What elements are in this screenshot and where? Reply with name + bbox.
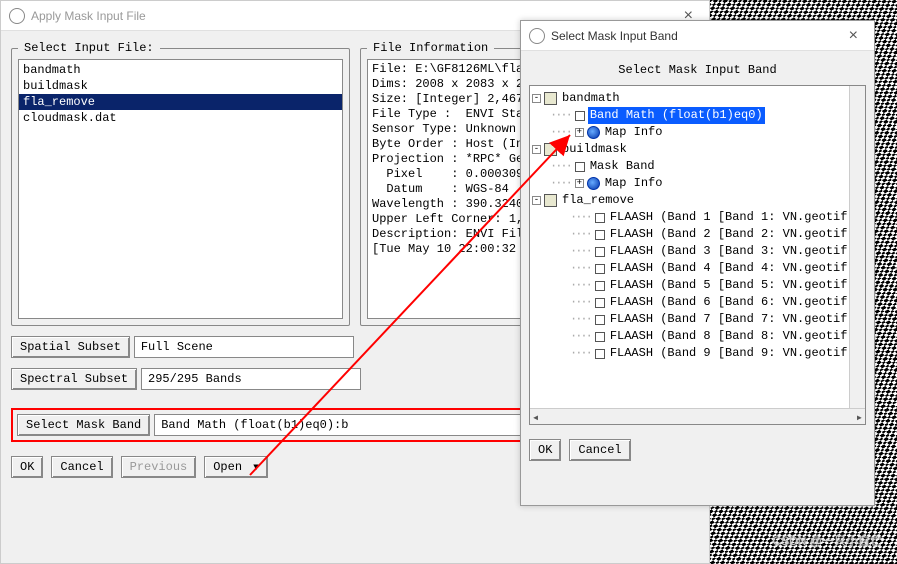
file-item[interactable]: fla_remove bbox=[19, 94, 342, 110]
globe-icon bbox=[587, 126, 600, 139]
file-item[interactable]: buildmask bbox=[19, 78, 342, 94]
scroll-left-icon[interactable]: ◂ bbox=[532, 410, 539, 425]
tree-node[interactable]: ····FLAASH (Band 3 [Band 3: VN.geotif bbox=[532, 243, 863, 260]
tree-node[interactable]: ····+Map Info bbox=[532, 175, 863, 192]
app-icon bbox=[9, 8, 25, 24]
checkbox-icon[interactable] bbox=[595, 264, 605, 274]
tree-node-label: Mask Band bbox=[588, 158, 657, 175]
tree-node-label: Map Info bbox=[603, 124, 665, 141]
checkbox-icon[interactable] bbox=[595, 315, 605, 325]
cancel-button[interactable]: Cancel bbox=[569, 439, 630, 461]
tree-node-label: FLAASH (Band 2 [Band 2: VN.geotif bbox=[608, 226, 850, 243]
cancel-button[interactable]: Cancel bbox=[51, 456, 112, 478]
expander-icon[interactable]: + bbox=[575, 179, 584, 188]
tree-node-label: FLAASH (Band 7 [Band 7: VN.geotif bbox=[608, 311, 850, 328]
select-mask-band-dialog: Select Mask Input Band × Select Mask Inp… bbox=[520, 20, 875, 506]
input-panel-legend: Select Input File: bbox=[18, 41, 160, 55]
spectral-subset-button[interactable]: Spectral Subset bbox=[11, 368, 137, 390]
tree-node[interactable]: ····FLAASH (Band 7 [Band 7: VN.geotif bbox=[532, 311, 863, 328]
tree-node-label: bandmath bbox=[560, 90, 622, 107]
watermark: CSDN @一只小白亡 bbox=[772, 532, 882, 549]
ok-button[interactable]: OK bbox=[11, 456, 43, 478]
tree-node[interactable]: - bandmath bbox=[532, 90, 863, 107]
file-item[interactable]: bandmath bbox=[19, 62, 342, 78]
spatial-subset-value: Full Scene bbox=[134, 336, 354, 358]
tree-node-label: FLAASH (Band 6 [Band 6: VN.geotif bbox=[608, 294, 850, 311]
expander-icon[interactable]: + bbox=[575, 128, 584, 137]
open-label: Open bbox=[213, 460, 242, 474]
globe-icon bbox=[587, 177, 600, 190]
checkbox-icon[interactable] bbox=[595, 332, 605, 342]
dropdown-arrow-icon: ▼ bbox=[253, 463, 259, 474]
tree-node-label: FLAASH (Band 3 [Band 3: VN.geotif bbox=[608, 243, 850, 260]
file-icon bbox=[544, 194, 557, 207]
checkbox-icon[interactable] bbox=[595, 213, 605, 223]
file-info-legend: File Information bbox=[367, 41, 494, 55]
expander-icon[interactable]: - bbox=[532, 145, 541, 154]
tree-node-label: fla_remove bbox=[560, 192, 636, 209]
tree-node[interactable]: ····Band Math (float(b1)eq0) bbox=[532, 107, 863, 124]
select-mask-band-button[interactable]: Select Mask Band bbox=[17, 414, 150, 436]
tree-node[interactable]: - fla_remove bbox=[532, 192, 863, 209]
tree-node[interactable]: ····FLAASH (Band 5 [Band 5: VN.geotif bbox=[532, 277, 863, 294]
tree-node[interactable]: - buildmask bbox=[532, 141, 863, 158]
tree-node-label: FLAASH (Band 4 [Band 4: VN.geotif bbox=[608, 260, 850, 277]
checkbox-icon[interactable] bbox=[595, 230, 605, 240]
tree-node-label: Band Math (float(b1)eq0) bbox=[588, 107, 765, 124]
input-file-list[interactable]: bandmathbuildmaskfla_removecloudmask.dat bbox=[18, 59, 343, 319]
tree-node-label: FLAASH (Band 8 [Band 8: VN.geotif bbox=[608, 328, 850, 345]
checkbox-icon[interactable] bbox=[595, 247, 605, 257]
tree-node[interactable]: ····FLAASH (Band 4 [Band 4: VN.geotif bbox=[532, 260, 863, 277]
previous-button: Previous bbox=[121, 456, 197, 478]
file-icon bbox=[544, 143, 557, 156]
main-title: Apply Mask Input File bbox=[31, 9, 146, 23]
spectral-subset-value: 295/295 Bands bbox=[141, 368, 361, 390]
tree-node[interactable]: ····FLAASH (Band 2 [Band 2: VN.geotif bbox=[532, 226, 863, 243]
checkbox-icon[interactable] bbox=[595, 349, 605, 359]
tree-node[interactable]: ····Mask Band bbox=[532, 158, 863, 175]
input-file-panel: Select Input File: bandmathbuildmaskfla_… bbox=[11, 41, 350, 326]
tree-node-label: Map Info bbox=[603, 175, 665, 192]
file-item[interactable]: cloudmask.dat bbox=[19, 110, 342, 126]
mask-band-highlight: Select Mask Band Band Math (float(b1)eq0… bbox=[11, 408, 557, 442]
checkbox-icon[interactable] bbox=[575, 111, 585, 121]
tree-node[interactable]: ····FLAASH (Band 6 [Band 6: VN.geotif bbox=[532, 294, 863, 311]
tree-node[interactable]: ····FLAASH (Band 9 [Band 9: VN.geotif bbox=[532, 345, 863, 362]
checkbox-icon[interactable] bbox=[575, 162, 585, 172]
vertical-scrollbar[interactable] bbox=[849, 86, 865, 408]
horizontal-scrollbar[interactable]: ◂ ▸ bbox=[530, 408, 865, 424]
tree-node-label: FLAASH (Band 1 [Band 1: VN.geotif bbox=[608, 209, 850, 226]
tree-node-label: buildmask bbox=[560, 141, 629, 158]
scroll-right-icon[interactable]: ▸ bbox=[856, 410, 863, 425]
expander-icon[interactable]: - bbox=[532, 94, 541, 103]
tree-node[interactable]: ····+Map Info bbox=[532, 124, 863, 141]
tree-node-label: FLAASH (Band 5 [Band 5: VN.geotif bbox=[608, 277, 850, 294]
checkbox-icon[interactable] bbox=[595, 298, 605, 308]
ok-button[interactable]: OK bbox=[529, 439, 561, 461]
app-icon bbox=[529, 28, 545, 44]
spatial-subset-button[interactable]: Spatial Subset bbox=[11, 336, 130, 358]
tree-node[interactable]: ····FLAASH (Band 8 [Band 8: VN.geotif bbox=[532, 328, 863, 345]
close-icon[interactable]: × bbox=[841, 27, 866, 45]
checkbox-icon[interactable] bbox=[595, 281, 605, 291]
popup-title: Select Mask Input Band bbox=[551, 29, 678, 43]
popup-titlebar: Select Mask Input Band × bbox=[521, 21, 874, 51]
mask-band-value: Band Math (float(b1)eq0):b bbox=[154, 414, 551, 436]
tree-node-label: FLAASH (Band 9 [Band 9: VN.geotif bbox=[608, 345, 850, 362]
expander-icon[interactable]: - bbox=[532, 196, 541, 205]
open-button[interactable]: Open ▼ bbox=[204, 456, 268, 478]
band-tree[interactable]: - bandmath····Band Math (float(b1)eq0) ···… bbox=[529, 85, 866, 425]
tree-node[interactable]: ····FLAASH (Band 1 [Band 1: VN.geotif bbox=[532, 209, 863, 226]
file-icon bbox=[544, 92, 557, 105]
popup-header: Select Mask Input Band bbox=[529, 59, 866, 85]
